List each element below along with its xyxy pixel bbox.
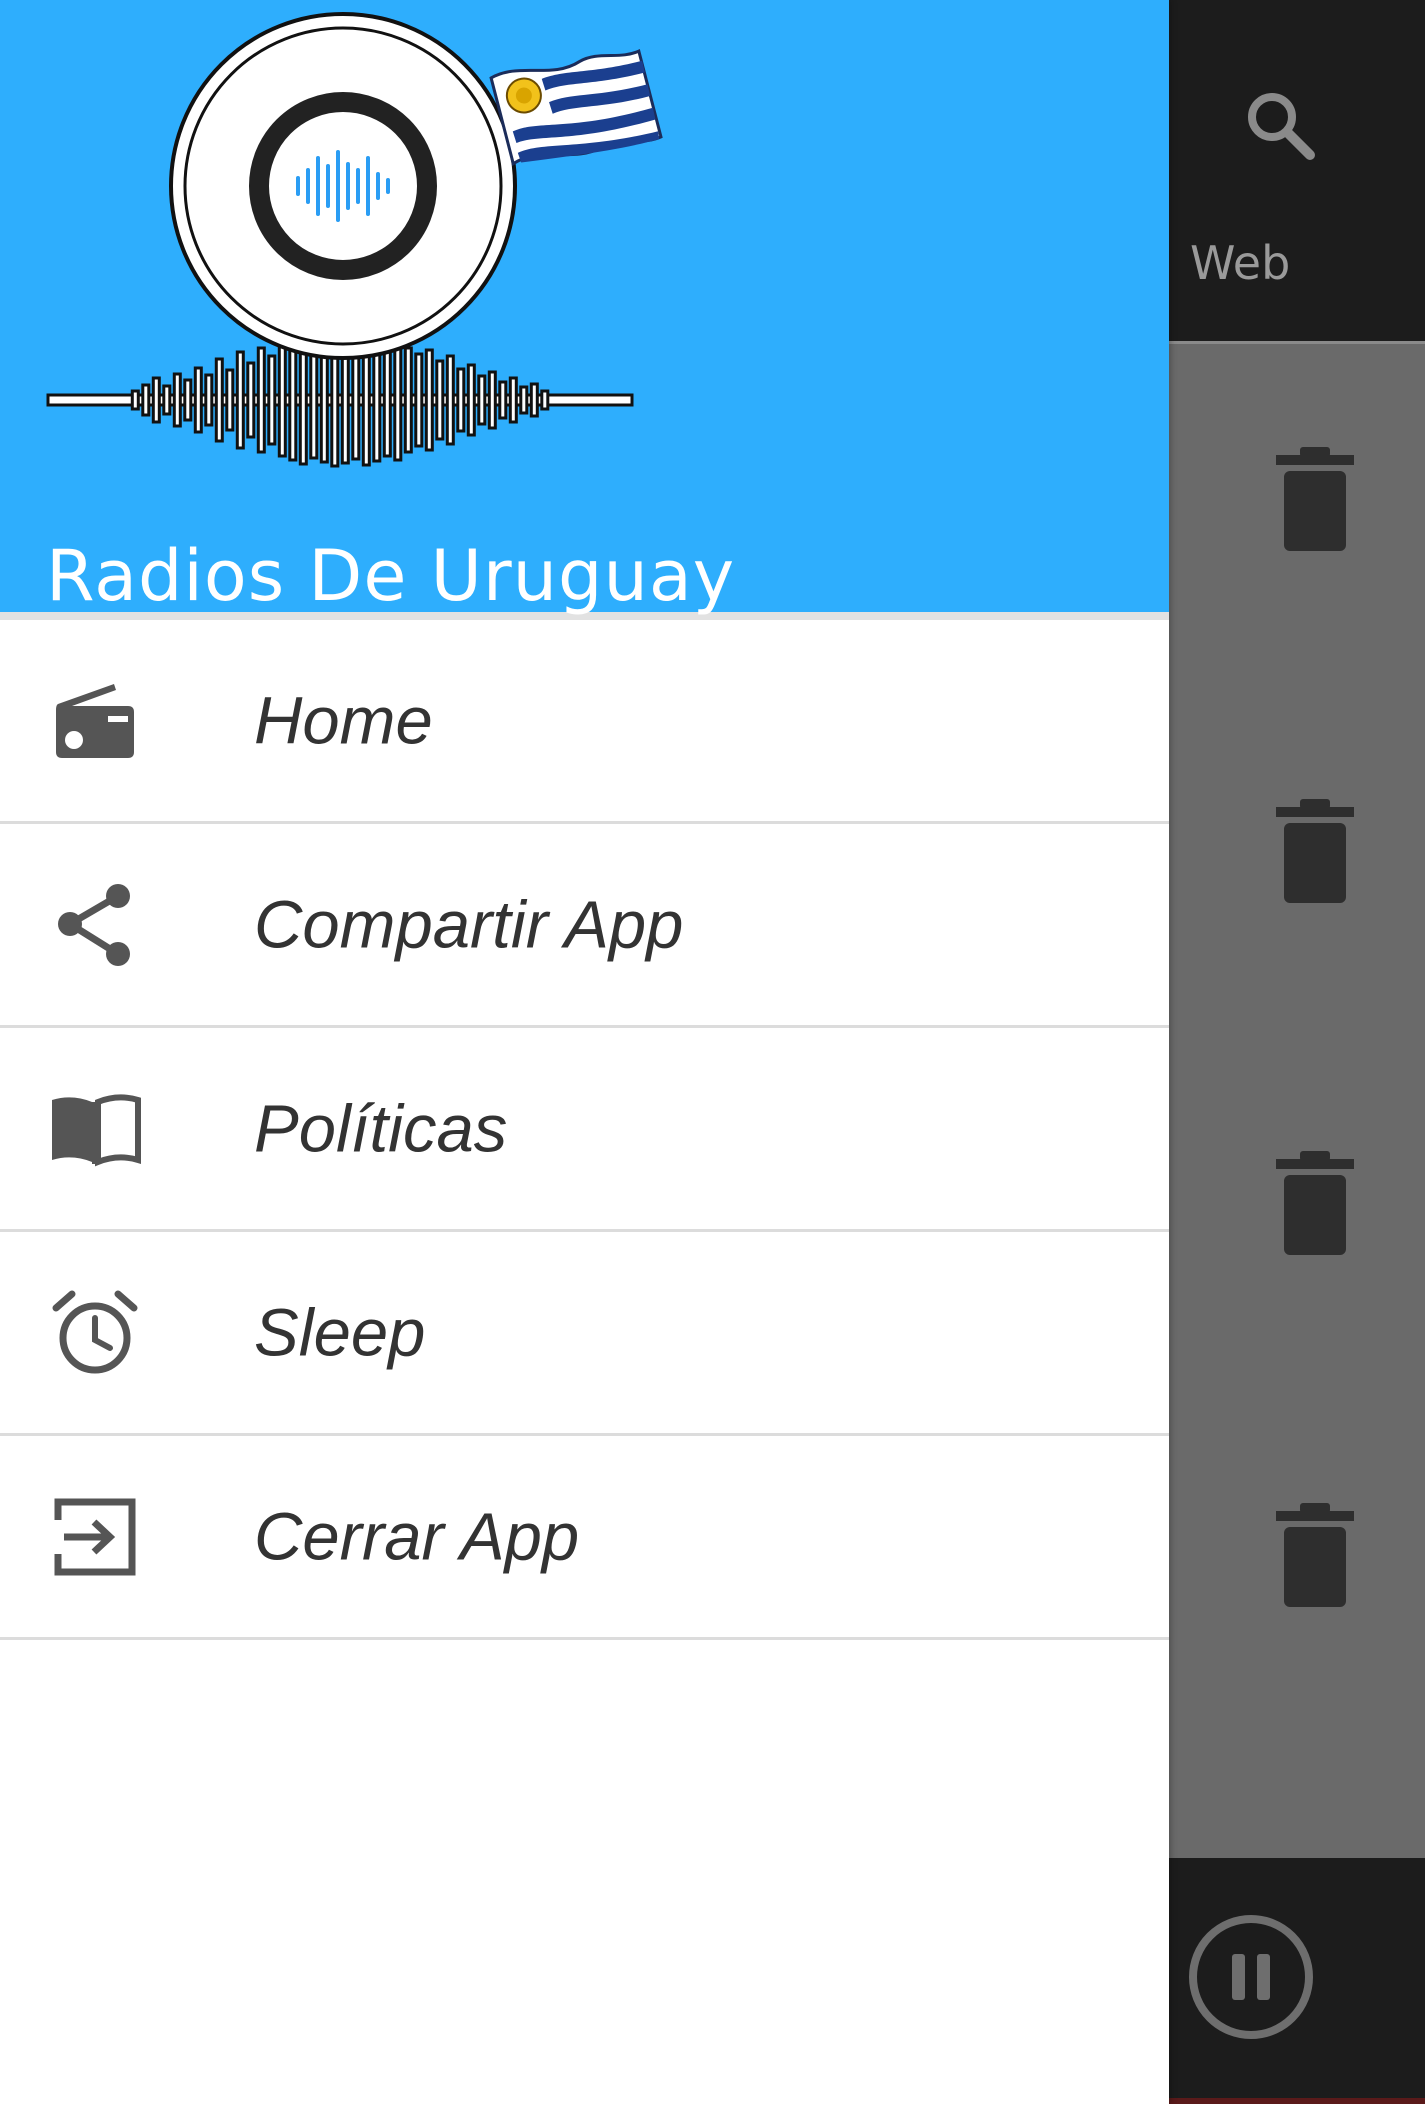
sound-wave-bar [445,354,455,446]
sound-wave-bar [466,363,476,437]
drawer-header: Radios De Uruguay [0,0,1169,620]
sound-wave-bar [141,383,151,417]
menu-label: Sleep [254,1295,426,1370]
sound-wave-bar [193,366,203,434]
app-logo [46,12,663,468]
menu-item-share[interactable]: Compartir App [0,824,1169,1028]
sound-wave-bar [487,370,497,430]
sound-wave-bar [162,384,172,416]
menu-label: Cerrar App [254,1499,580,1574]
sound-wave-bar [256,346,266,454]
sound-wave-bar [151,376,161,424]
sound-wave-bar [477,374,487,426]
menu-item-exit[interactable]: Cerrar App [0,1436,1169,1640]
menu-item-policies[interactable]: Políticas [0,1028,1169,1232]
sound-wave-bar [246,361,256,439]
menu-label: Home [254,683,433,758]
trash-icon [1276,799,1354,903]
exit-icon [54,1498,136,1575]
sound-wave-bar [267,354,277,446]
trash-icon [1276,447,1354,551]
sound-wave-bar [225,368,235,432]
menu-label: Compartir App [254,887,684,962]
trash-icon [1276,1151,1354,1255]
sound-wave-bar [456,367,466,433]
share-icon [58,883,130,966]
delete-button[interactable] [1265,792,1365,912]
sound-wave-bar [183,378,193,422]
radio-icon [56,683,134,758]
app-title: Radios De Uruguay [46,535,736,617]
sound-wave-bar [372,337,382,463]
sound-wave-bar [204,373,214,427]
sound-wave-bar [508,376,518,424]
sound-wave-bar [529,382,539,418]
sound-wave-bar [235,350,245,450]
sound-wave-bar [309,340,319,460]
sound-wave-bar [498,380,508,420]
sound-wave-bar [414,352,424,448]
sound-wave-bar [435,359,445,441]
search-icon [1248,93,1315,160]
uruguay-flag [489,48,663,167]
delete-button[interactable] [1265,440,1365,560]
sound-wave-bar [130,389,140,411]
delete-button[interactable] [1265,1496,1365,1616]
menu-label: Políticas [254,1091,508,1166]
alarm-clock-icon [52,1290,138,1373]
sound-wave-bar [519,385,529,415]
sound-wave-bar [403,346,413,454]
tab-web[interactable]: Web [1190,236,1330,290]
sound-wave-bar [382,342,392,458]
sound-wave-bar [540,389,550,411]
pause-icon [1189,1915,1313,2039]
sound-wave-bar [214,357,224,443]
sound-wave-bar [288,338,298,462]
sound-wave-bar [172,372,182,428]
navigation-drawer: Radios De Uruguay Home Compartir App Pol… [0,0,1169,2104]
sound-wave-bar [393,338,403,462]
sound-wave-bar [277,342,287,458]
drawer-menu: Home Compartir App Políticas Sleep Cerra… [0,620,1169,1640]
menu-item-home[interactable]: Home [0,620,1169,824]
pause-button[interactable] [1186,1912,1316,2042]
trash-icon [1276,1503,1354,1607]
delete-button[interactable] [1265,1144,1365,1264]
menu-item-sleep[interactable]: Sleep [0,1232,1169,1436]
book-icon [52,1093,141,1166]
sound-wave-bar [424,348,434,452]
search-button[interactable] [1235,80,1325,170]
